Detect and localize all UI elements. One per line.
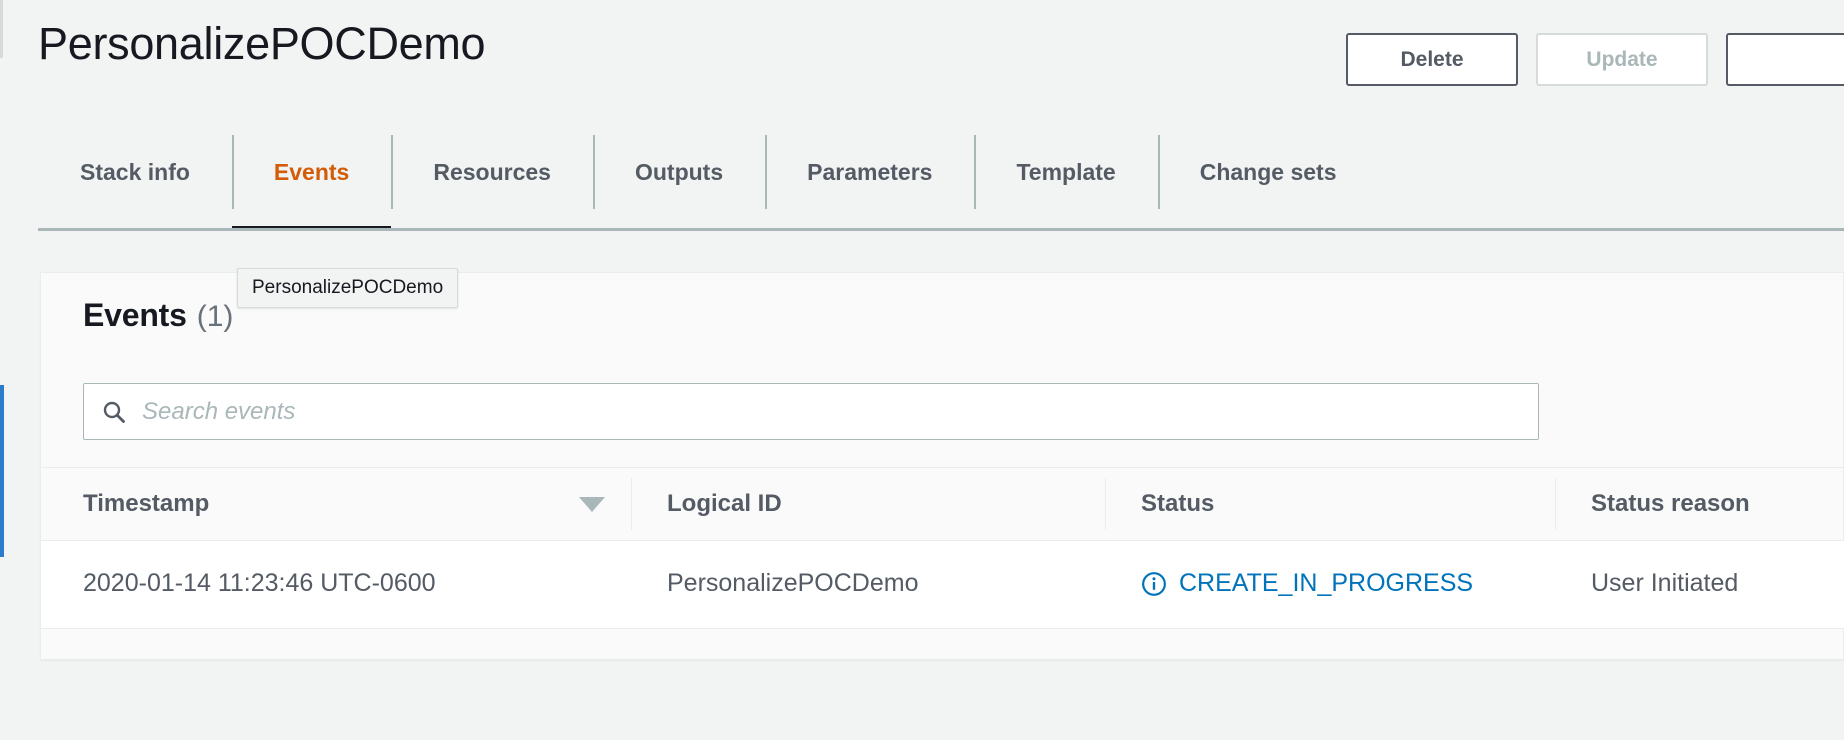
page-header: PersonalizePOCDemo Delete Update bbox=[0, 0, 1844, 112]
tab-resources[interactable]: Resources bbox=[391, 113, 593, 231]
search-events-box[interactable] bbox=[83, 383, 1539, 440]
search-input[interactable] bbox=[142, 397, 1520, 426]
delete-button[interactable]: Delete bbox=[1346, 33, 1518, 86]
cell-logical-id: PersonalizePOCDemo bbox=[631, 540, 1105, 629]
column-label-status: Status bbox=[1141, 490, 1215, 517]
tabs-list: Stack info Events Resources Outputs Para… bbox=[38, 113, 1844, 231]
column-header-status-reason[interactable]: Status reason bbox=[1555, 468, 1844, 541]
sort-descending-icon[interactable] bbox=[579, 496, 605, 512]
tab-outputs[interactable]: Outputs bbox=[592, 113, 765, 231]
tab-parameters[interactable]: Parameters bbox=[765, 113, 974, 231]
events-table-header-row: Timestamp Logical ID Status Status reaso… bbox=[41, 467, 1844, 541]
events-panel: Events (1) Timestamp Logical ID bbox=[40, 272, 1844, 660]
events-table-body: 2020-01-14 11:23:46 UTC-0600 Personalize… bbox=[41, 540, 1844, 629]
events-table: Timestamp Logical ID Status Status reaso… bbox=[41, 467, 1844, 629]
events-panel-header: Events (1) bbox=[83, 297, 233, 334]
tab-change-sets[interactable]: Change sets bbox=[1157, 113, 1379, 231]
column-label-timestamp: Timestamp bbox=[83, 490, 210, 517]
tab-events[interactable]: Events bbox=[231, 113, 392, 231]
update-button[interactable]: Update bbox=[1536, 33, 1708, 86]
tab-template[interactable]: Template bbox=[974, 113, 1157, 231]
stack-name-tooltip: PersonalizePOCDemo bbox=[237, 268, 459, 308]
stack-actions-button[interactable] bbox=[1726, 33, 1844, 86]
column-header-logical-id[interactable]: Logical ID bbox=[631, 468, 1105, 541]
cell-status: CREATE_IN_PROGRESS bbox=[1105, 540, 1555, 629]
cell-status-reason: User Initiated bbox=[1555, 540, 1844, 629]
left-edge-accent-bar bbox=[0, 385, 4, 557]
cell-timestamp: 2020-01-14 11:23:46 UTC-0600 bbox=[41, 540, 631, 629]
events-title: Events bbox=[83, 297, 187, 333]
column-label-logical-id: Logical ID bbox=[667, 490, 782, 517]
column-header-timestamp[interactable]: Timestamp bbox=[41, 468, 631, 541]
column-header-status[interactable]: Status bbox=[1105, 468, 1555, 541]
page-title: PersonalizePOCDemo bbox=[38, 18, 486, 69]
table-row[interactable]: 2020-01-14 11:23:46 UTC-0600 Personalize… bbox=[41, 540, 1844, 629]
tabs-bar: Stack info Events Resources Outputs Para… bbox=[38, 113, 1844, 231]
column-label-status-reason: Status reason bbox=[1591, 490, 1750, 517]
tabs-underline bbox=[38, 228, 1844, 231]
header-actions: Delete Update bbox=[1346, 33, 1844, 86]
tab-stack-info[interactable]: Stack info bbox=[38, 113, 232, 231]
events-count: (1) bbox=[196, 300, 234, 333]
status-badge[interactable]: CREATE_IN_PROGRESS bbox=[1179, 569, 1473, 598]
search-icon bbox=[103, 401, 125, 423]
events-table-head: Timestamp Logical ID Status Status reaso… bbox=[41, 467, 1844, 541]
info-circle-icon bbox=[1142, 571, 1166, 596]
